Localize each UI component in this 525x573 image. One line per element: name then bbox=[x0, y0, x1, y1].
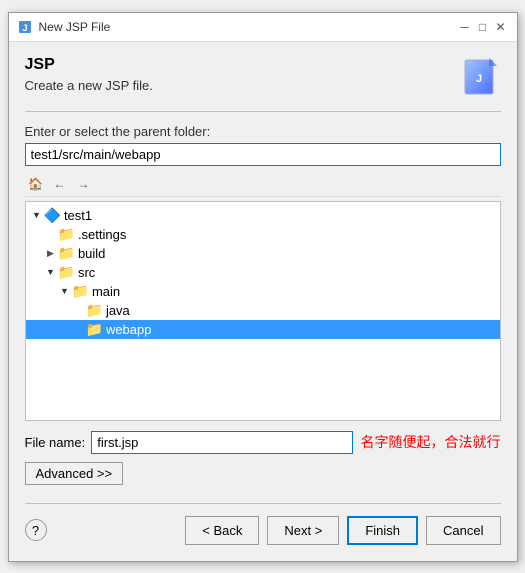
window-controls: ─ □ ✕ bbox=[457, 19, 509, 35]
header-left: JSP Create a new JSP file. bbox=[25, 56, 153, 93]
back-button[interactable]: < Back bbox=[185, 516, 259, 545]
folder-icon-build: 📁 bbox=[58, 245, 75, 262]
cancel-button[interactable]: Cancel bbox=[426, 516, 500, 545]
tree-item-test1[interactable]: ▼ 🔷 test1 bbox=[26, 206, 500, 225]
folder-icon-src: 📁 bbox=[58, 264, 75, 281]
footer-divider bbox=[25, 503, 501, 504]
dialog-subtitle: Create a new JSP file. bbox=[25, 78, 153, 93]
tree-arrow-main: ▼ bbox=[58, 286, 72, 296]
dialog-content: JSP Create a new JSP file. J bbox=[9, 42, 517, 561]
file-name-row: File name: 名字随便起，合法就行 bbox=[25, 431, 501, 454]
title-bar: J New JSP File ─ □ ✕ bbox=[9, 13, 517, 42]
tree-item-main[interactable]: ▼ 📁 main bbox=[26, 282, 500, 301]
folder-icon-main: 📁 bbox=[72, 283, 89, 300]
svg-text:J: J bbox=[22, 23, 27, 33]
nav-forward-button[interactable]: → bbox=[73, 174, 95, 194]
tree-label-main: main bbox=[92, 284, 120, 299]
tree-item-build[interactable]: ▶ 📁 build bbox=[26, 244, 500, 263]
maximize-button[interactable]: □ bbox=[475, 19, 491, 35]
wizard-icon: J bbox=[461, 56, 501, 99]
file-annotation: 名字随便起，合法就行 bbox=[361, 432, 501, 452]
tree-label-java: java bbox=[106, 303, 130, 318]
finish-button[interactable]: Finish bbox=[347, 516, 418, 545]
folder-tree[interactable]: ▼ 🔷 test1 📁 .settings ▶ 📁 build ▼ bbox=[25, 201, 501, 421]
tree-label-build: build bbox=[78, 246, 105, 261]
tree-item-java[interactable]: 📁 java bbox=[26, 301, 500, 320]
file-name-label: File name: bbox=[25, 435, 86, 450]
window-icon: J bbox=[17, 19, 33, 35]
header-section: JSP Create a new JSP file. J bbox=[25, 56, 501, 99]
window-title: New JSP File bbox=[39, 20, 451, 34]
dialog-title: JSP bbox=[25, 56, 153, 74]
tree-label-src: src bbox=[78, 265, 95, 280]
tree-label-test1: test1 bbox=[64, 208, 92, 223]
nav-back-button[interactable]: ← bbox=[49, 174, 71, 194]
toolbar-row: 🏠 ← → bbox=[25, 172, 501, 197]
tree-item-settings[interactable]: 📁 .settings bbox=[26, 225, 500, 244]
svg-text:J: J bbox=[475, 73, 481, 85]
tree-arrow-src: ▼ bbox=[44, 267, 58, 277]
tree-label-webapp: webapp bbox=[106, 322, 152, 337]
tree-label-settings: .settings bbox=[78, 227, 126, 242]
file-name-input[interactable] bbox=[91, 431, 352, 454]
nav-home-button[interactable]: 🏠 bbox=[25, 174, 47, 194]
folder-label: Enter or select the parent folder: bbox=[25, 124, 501, 139]
folder-input[interactable] bbox=[25, 143, 501, 166]
minimize-button[interactable]: ─ bbox=[457, 19, 473, 35]
folder-icon-webapp: 📁 bbox=[86, 321, 103, 338]
tree-item-webapp[interactable]: 📁 webapp bbox=[26, 320, 500, 339]
dialog-window: J New JSP File ─ □ ✕ JSP Create a new JS… bbox=[8, 12, 518, 562]
header-divider bbox=[25, 111, 501, 112]
tree-arrow-test1: ▼ bbox=[30, 210, 44, 220]
advanced-button[interactable]: Advanced >> bbox=[25, 462, 124, 485]
folder-icon-java: 📁 bbox=[86, 302, 103, 319]
next-button[interactable]: Next > bbox=[267, 516, 339, 545]
help-button[interactable]: ? bbox=[25, 519, 47, 541]
footer-buttons: ? < Back Next > Finish Cancel bbox=[25, 512, 501, 551]
tree-item-src[interactable]: ▼ 📁 src bbox=[26, 263, 500, 282]
project-icon: 🔷 bbox=[44, 207, 61, 224]
close-button[interactable]: ✕ bbox=[493, 19, 509, 35]
footer-right-buttons: < Back Next > Finish Cancel bbox=[185, 516, 500, 545]
folder-icon-settings: 📁 bbox=[58, 226, 75, 243]
tree-arrow-build: ▶ bbox=[44, 248, 58, 259]
